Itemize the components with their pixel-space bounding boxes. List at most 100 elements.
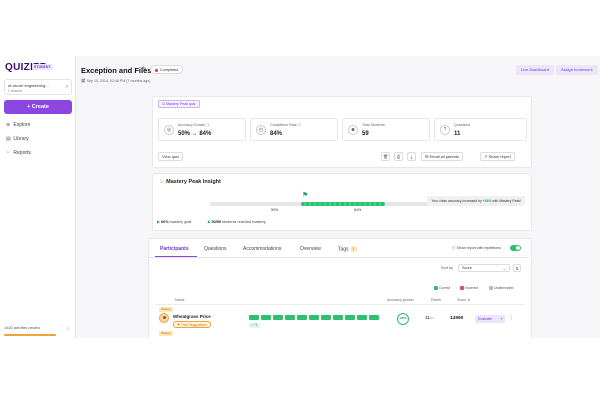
legend-correct: Correct [434, 286, 451, 291]
tab-tags-label: Tags [338, 246, 349, 253]
stat-questions: ? Questions 11 [434, 118, 527, 141]
stat-accuracy: ◎ Accuracy Growth ⓘ 50% → 84% [158, 118, 246, 141]
question-result-bar [297, 315, 307, 320]
table-header-divider [155, 304, 525, 305]
org-name: st·ctcore engineering... [8, 83, 49, 88]
insight-card: ☺ Mastery Peak Insight ⚑ 50% 84% Your cl… [152, 173, 532, 231]
sidebar-item-label: Library [13, 136, 29, 142]
accuracy-icon: ◎ [164, 125, 174, 135]
legend-unattempted: Unattempted [489, 286, 514, 291]
column-score[interactable]: Score ⇅ [457, 298, 470, 302]
legend-label: Correct [439, 286, 451, 290]
question-result-bar [261, 315, 271, 320]
evaluate-label: Evaluate [478, 317, 492, 321]
question-result-bars [249, 315, 379, 321]
tab-overview[interactable]: Overview [300, 246, 321, 252]
sidebar-item-library[interactable]: ▤ Library [6, 136, 29, 142]
print-icon[interactable]: ⎙ [394, 152, 403, 161]
mastery-goal: ▶ 60% mastery goal [157, 219, 191, 224]
stat-value: 84% [270, 131, 283, 137]
reached-value: 50/59 [211, 220, 221, 224]
view-quiz-button[interactable]: View quiz [158, 152, 184, 161]
download-icon[interactable]: ⤓ [407, 152, 416, 161]
insight-text-a: Your class accuracy increased by [431, 199, 483, 203]
legend-swatch [489, 286, 493, 291]
delete-icon[interactable]: 🗑 [381, 152, 390, 161]
quiz-date: 🗓 Sep 10, 2024, 02:48 PM (7 months ago) [81, 79, 151, 83]
goal-icon: ▶ [157, 220, 160, 224]
mastery-range-fill [301, 202, 385, 206]
stat-label-text: Accuracy Growth [178, 123, 206, 127]
tab-questions[interactable]: Questions [204, 246, 227, 252]
mode-label: Mastery Peak quiz [166, 102, 196, 106]
sort-value: Score [462, 266, 472, 270]
info-icon[interactable]: ⓘ [452, 246, 456, 250]
sidebar-item-label: Reports [13, 150, 31, 156]
tab-accommodations[interactable]: Accommodations [243, 246, 281, 252]
column-name[interactable]: Name [175, 298, 185, 302]
flag-icon: ⚑ [302, 192, 309, 199]
question-result-bar [273, 315, 283, 320]
live-dashboard-button[interactable]: Live Dashboard [516, 65, 555, 75]
question-result-bar [369, 315, 379, 320]
activities-progress [4, 334, 56, 336]
participant-name[interactable]: Wheatgrass Price [173, 314, 211, 319]
reports-icon: ◔ [6, 150, 10, 156]
goal-value: 60% [160, 220, 169, 224]
stat-value: 50% → 84% [178, 131, 212, 137]
sidebar: QUIZIZZ STUDENT st·ctcore engineering...… [0, 56, 76, 338]
repetitions-label: ⓘ Show report with repetitions [452, 246, 501, 251]
goal-text: mastery goal [168, 220, 192, 224]
org-switcher[interactable]: st·ctcore engineering... 1 teacher › [4, 79, 72, 95]
question-result-bar [357, 315, 367, 320]
end-percent: 84% [354, 208, 362, 212]
sidebar-item-reports[interactable]: ◔ Reports [6, 150, 31, 156]
tab-participants[interactable]: Participants [160, 246, 189, 252]
share-report-button[interactable]: ↗ Share report [480, 152, 515, 161]
info-icon[interactable]: ⓘ [206, 123, 210, 127]
summary-card: ⊡ Mastery Peak quiz ◎ Accuracy Growth ⓘ … [152, 96, 532, 168]
tabs-divider [149, 257, 529, 258]
accuracy-gain-badge: + 71 [249, 323, 260, 328]
info-icon[interactable]: ⓘ [298, 123, 302, 127]
legend-label: Unattempted [494, 286, 514, 290]
question-result-bar [321, 315, 331, 320]
more-options-icon[interactable]: ⋮ [509, 315, 514, 321]
accuracy-ring: 100% [397, 313, 409, 325]
legend-label: Incorrect [465, 286, 479, 290]
sort-select[interactable]: Score ⌄ [458, 264, 510, 272]
share-label: Share report [488, 154, 511, 159]
sidebar-item-explore[interactable]: ⊕ Explore [6, 122, 30, 128]
stat-completion: ◴ Completion Rate ⓘ 84% [250, 118, 338, 141]
insight-text-b: with Mastery Peak! [491, 199, 521, 203]
info-icon[interactable]: ⓘ [66, 326, 70, 332]
column-accuracy[interactable]: Accuracy growth [387, 298, 414, 302]
stat-value: 11 [454, 131, 461, 137]
sort-direction-icon[interactable]: ⇅ [513, 264, 521, 272]
avatar [159, 313, 169, 323]
evaluate-button[interactable]: Evaluate ✦ [475, 315, 505, 323]
mastery-peak-tag: ⊡ Mastery Peak quiz [158, 100, 200, 108]
score-value: 14990 [450, 316, 464, 321]
insight-title: ☺ Mastery Peak Insight [159, 179, 221, 185]
org-sub: 1 teacher [8, 89, 23, 93]
repetitions-toggle[interactable] [510, 245, 521, 251]
edit-icon[interactable]: ✎ [142, 66, 147, 73]
question-result-bar [285, 315, 295, 320]
questions-icon: ? [440, 125, 450, 135]
completion-icon: ◴ [256, 125, 266, 135]
date-text: Sep 10, 2024, 02:48 PM (7 months ago) [86, 79, 151, 83]
participants-card: Participants Questions Accommodations Ov… [148, 238, 532, 338]
status-label: Completed [160, 68, 179, 72]
chevron-down-icon: ⌄ [502, 266, 506, 271]
chevron-right-icon: › [66, 84, 68, 90]
create-button[interactable]: + Create [4, 100, 72, 114]
column-points[interactable]: Points [431, 298, 441, 302]
smile-icon: ☺ [159, 179, 165, 185]
status-badge: Completed [150, 65, 184, 74]
tab-tags[interactable]: Tags 1 [338, 246, 357, 252]
start-percent: 50% [271, 208, 279, 212]
email-parents-button[interactable]: ✉ Email all parents [421, 152, 464, 161]
mastery-tag: Mastery [159, 307, 173, 312]
assign-homework-button[interactable]: Assign homework [556, 65, 598, 75]
